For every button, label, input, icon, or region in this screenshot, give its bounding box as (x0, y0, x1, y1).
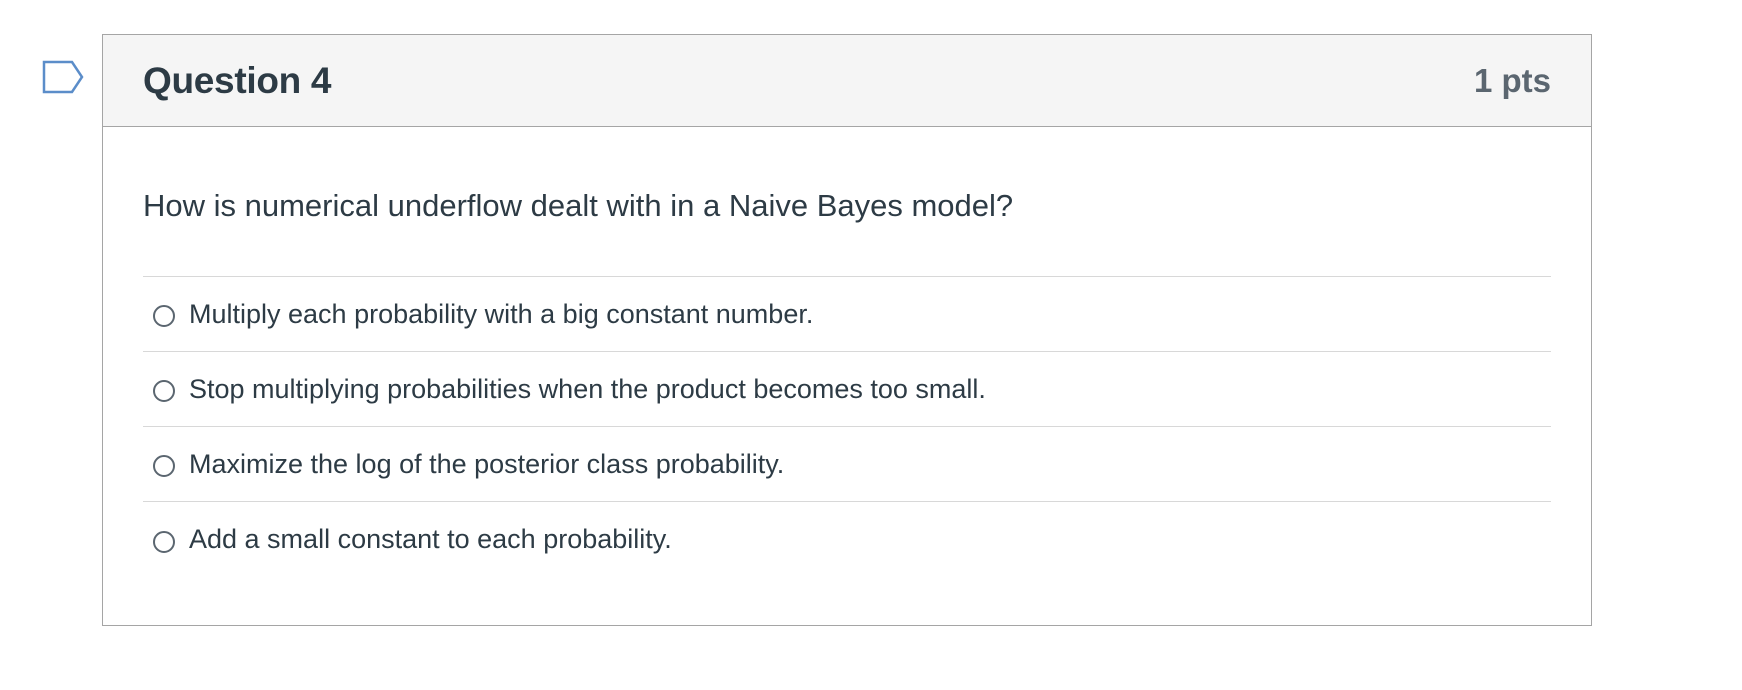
answer-list: Multiply each probability with a big con… (143, 276, 1551, 577)
answer-option-3[interactable]: Maximize the log of the posterior class … (143, 427, 1551, 503)
answer-option-4[interactable]: Add a small constant to each probability… (143, 502, 1551, 577)
answer-label: Maximize the log of the posterior class … (189, 448, 785, 479)
question-body: How is numerical underflow dealt with in… (103, 127, 1591, 577)
question-title: Question 4 (143, 59, 332, 101)
radio-unselected-icon[interactable] (153, 380, 175, 403)
radio-unselected-icon[interactable] (153, 455, 175, 478)
radio-unselected-icon[interactable] (153, 530, 175, 553)
answer-label: Stop multiplying probabilities when the … (189, 373, 986, 404)
answer-label: Add a small constant to each probability… (189, 524, 672, 555)
answer-option-2[interactable]: Stop multiplying probabilities when the … (143, 352, 1551, 428)
answer-label: Multiply each probability with a big con… (189, 298, 814, 329)
flag-question-icon[interactable] (42, 60, 86, 94)
question-card: Question 4 1 pts How is numerical underf… (102, 34, 1592, 626)
radio-unselected-icon[interactable] (153, 305, 175, 328)
question-header: Question 4 1 pts (103, 35, 1591, 127)
question-points: 1 pts (1473, 61, 1551, 99)
question-text: How is numerical underflow dealt with in… (143, 188, 1014, 223)
answer-option-1[interactable]: Multiply each probability with a big con… (143, 277, 1551, 353)
